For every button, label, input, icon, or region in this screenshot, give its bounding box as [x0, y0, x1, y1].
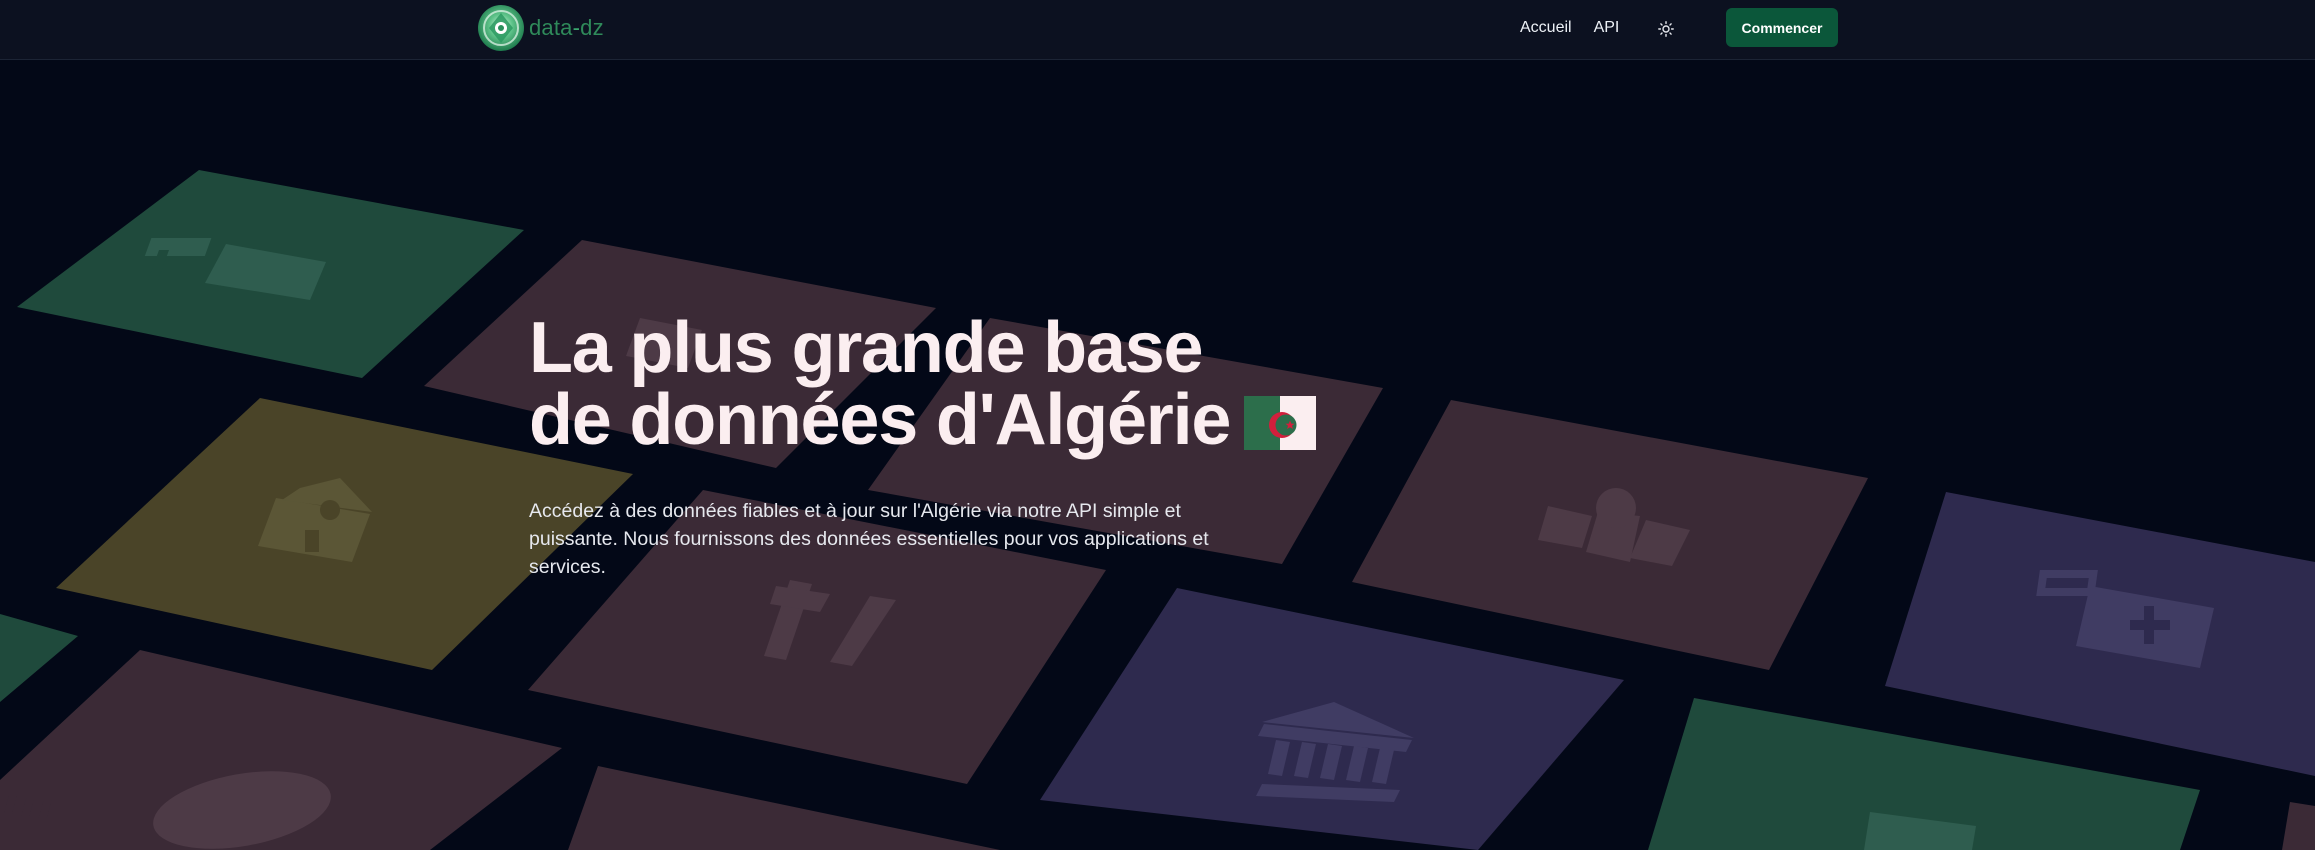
hero-title-line2: de données d'Algérie	[529, 380, 1231, 460]
tile-medical-kit	[1885, 492, 2315, 776]
navbar: data-dz Accueil API Commencer	[0, 0, 2315, 60]
brand-name-part2: dz	[580, 15, 604, 40]
hero-title-line1: La plus grande base	[529, 308, 1204, 388]
data-dz-logo-icon	[478, 5, 524, 51]
hero-title-line2-wrapper: de données d'Algérie	[529, 384, 1429, 456]
brand-home-link[interactable]: data-dz	[477, 2, 604, 54]
algeria-flag-icon	[1244, 396, 1317, 450]
tile-left-edge	[0, 614, 78, 702]
tile-football	[0, 650, 562, 850]
brand-name: data-dz	[529, 17, 604, 39]
nav-links: Accueil API	[1520, 0, 1619, 56]
page: data-dz Accueil API Commencer La plus gr…	[0, 0, 2315, 850]
nav-link-accueil[interactable]: Accueil	[1520, 19, 1572, 37]
hero-title: La plus grande base de données d'Algérie	[529, 312, 1429, 456]
tile-right-edge	[2282, 802, 2315, 850]
sun-icon	[1658, 21, 1674, 37]
tile-bottom-middle	[568, 766, 1000, 850]
hero-description: Accédez à des données fiables et à jour …	[529, 500, 1209, 578]
brand-name-part1: data	[529, 15, 573, 40]
theme-toggle-button[interactable]	[1651, 14, 1681, 44]
tile-bank	[1040, 588, 1624, 850]
nav-link-api[interactable]: API	[1594, 19, 1620, 37]
hero-section: La plus grande base de données d'Algérie…	[529, 312, 1429, 581]
tile-hospital	[17, 170, 524, 378]
commencer-button[interactable]: Commencer	[1726, 8, 1838, 47]
tile-map	[1352, 400, 1868, 670]
